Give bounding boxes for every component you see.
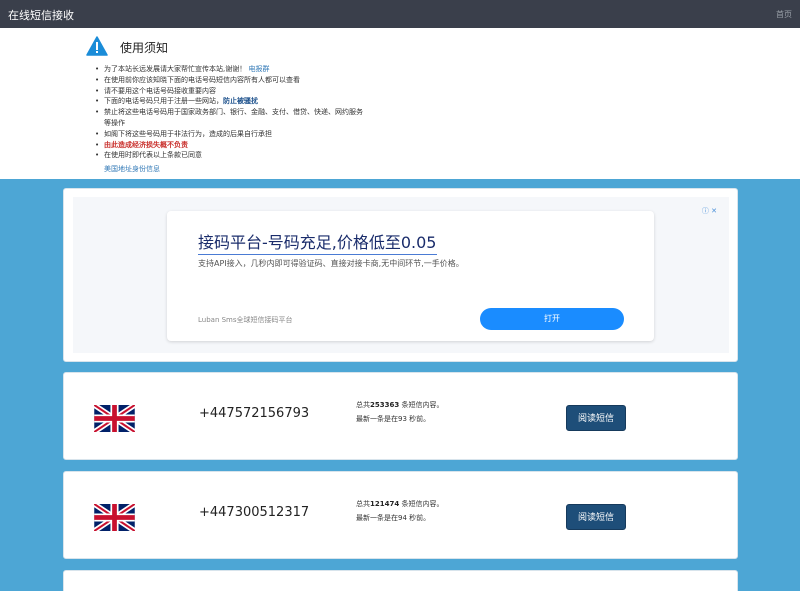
ad-card: ⓘ ✕ 接码平台-号码充足,价格低至0.05 支持API接入，几秒内即可得验证码… bbox=[63, 188, 738, 362]
phone-number: +447572156793 bbox=[199, 406, 310, 421]
ad-open-button[interactable]: 打开 bbox=[480, 308, 624, 330]
message-stats: 总共253363 条短信内容。 最新一条是在93 秒前。 bbox=[356, 401, 444, 423]
notice-item: • 在使用时即代表以上条款已同意 bbox=[95, 151, 202, 160]
warning-triangle-icon bbox=[86, 36, 108, 56]
phone-card bbox=[63, 570, 738, 591]
notice-item-alert: • 由此造成经济损失概不负责 bbox=[95, 140, 188, 149]
notice-item: • 下面的电话号码只用于注册一些网站，防止被骚扰 bbox=[95, 97, 258, 106]
ad-choices-icon[interactable]: ⓘ ✕ bbox=[702, 206, 717, 216]
notice-title: 使用须知 bbox=[120, 41, 169, 55]
notice-item: • 在使用前你应该知晓下面的电话号码短信内容所有人都可以查看 bbox=[95, 75, 300, 84]
notice-item: • 如阁下将这些号码用于非法行为，造成的后果自行承担 bbox=[95, 129, 272, 138]
home-link[interactable]: 首页 bbox=[776, 9, 792, 20]
notice-item: • 禁止将这些电话号码用于国家政务部门、银行、金融、支付、借贷、快递、网约服务 等操… bbox=[95, 108, 363, 127]
ad-container: ⓘ ✕ 接码平台-号码充足,价格低至0.05 支持API接入，几秒内即可得验证码… bbox=[73, 197, 729, 353]
phone-card: +447300512317 总共121474 条短信内容。 最新一条是在94 秒… bbox=[63, 471, 738, 559]
read-sms-button[interactable]: 阅读短信 bbox=[566, 504, 626, 530]
site-brand-link[interactable]: 在线短信接收 bbox=[8, 7, 74, 23]
phone-number: +447300512317 bbox=[199, 505, 310, 520]
notice-item: • 请不要用这个电话号码接收重要内容 bbox=[95, 86, 216, 95]
ad-description: 支持API接入，几秒内即可得验证码、直接对接卡商,无中间环节,一手价格。 bbox=[198, 259, 464, 268]
usage-notice: 使用须知 • 为了本站长远发展请大家帮忙宣传本站,谢谢！ 电报群 • 在使用前你应该… bbox=[0, 28, 800, 179]
read-sms-button[interactable]: 阅读短信 bbox=[566, 405, 626, 431]
us-address-identity-link[interactable]: 美国地址身份信息 bbox=[104, 164, 160, 174]
notice-item: • 为了本站长远发展请大家帮忙宣传本站,谢谢！ 电报群 bbox=[95, 65, 270, 73]
message-stats: 总共121474 条短信内容。 最新一条是在94 秒前。 bbox=[356, 500, 444, 522]
ad-brand: Luban Sms全球短信接码平台 bbox=[198, 316, 293, 324]
navbar: 在线短信接收 首页 bbox=[0, 0, 800, 28]
ad-box[interactable]: 接码平台-号码充足,价格低至0.05 支持API接入，几秒内即可得验证码、直接对… bbox=[167, 211, 654, 341]
uk-flag-icon bbox=[94, 504, 135, 531]
ad-title[interactable]: 接码平台-号码充足,价格低至0.05 bbox=[198, 229, 437, 255]
phone-card: +447572156793 总共253363 条短信内容。 最新一条是在93 秒… bbox=[63, 372, 738, 460]
uk-flag-icon bbox=[94, 405, 135, 432]
notice-list: • 为了本站长远发展请大家帮忙宣传本站,谢谢！ 电报群 • 在使用前你应该知晓下面的… bbox=[95, 64, 704, 161]
telegram-group-link[interactable]: 电报群 bbox=[248, 65, 269, 73]
